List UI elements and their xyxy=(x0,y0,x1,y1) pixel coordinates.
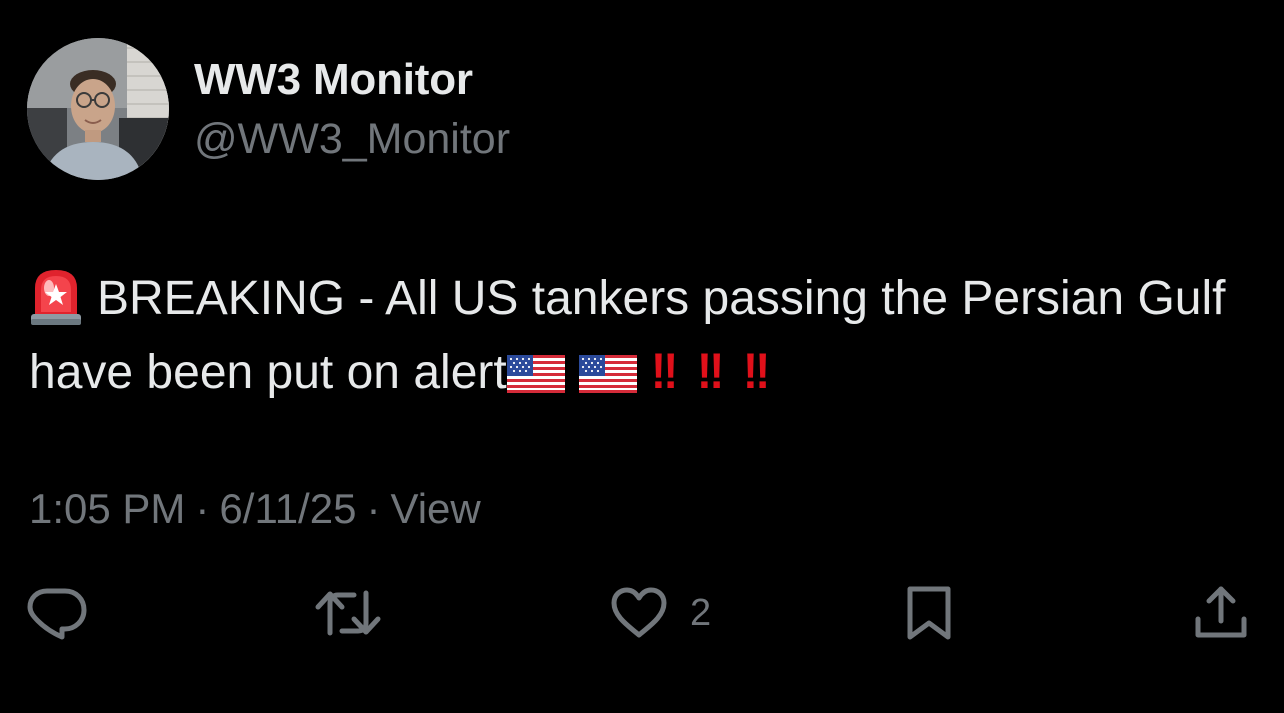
tweet-text: BREAKING - All US tankers passing the Pe… xyxy=(29,262,1259,409)
profile-photo xyxy=(27,38,169,180)
double-exclamation-icon: ‼ xyxy=(743,343,770,399)
views-link[interactable]: View xyxy=(390,485,480,532)
user-handle[interactable]: @WW3_Monitor xyxy=(194,115,510,164)
police-car-light-icon xyxy=(29,266,83,326)
display-name[interactable]: WW3 Monitor xyxy=(194,55,473,105)
tweet-meta: 1:05 PM · 6/11/25 · View xyxy=(29,485,481,533)
retweet-icon xyxy=(315,590,381,636)
avatar[interactable] xyxy=(27,38,169,180)
like-count: 2 xyxy=(690,591,712,634)
bookmark-icon xyxy=(907,586,951,640)
bookmark-button[interactable] xyxy=(905,585,953,641)
retweet-button[interactable] xyxy=(314,585,382,641)
reply-icon xyxy=(27,588,87,640)
us-flag-icon xyxy=(506,341,565,393)
us-flag-icon xyxy=(578,341,637,393)
meta-separator: · xyxy=(195,485,210,532)
heart-icon xyxy=(611,587,667,638)
meta-separator: · xyxy=(366,485,381,532)
tweet-time[interactable]: 1:05 PM xyxy=(29,485,185,532)
share-icon xyxy=(1195,586,1247,638)
share-button[interactable] xyxy=(1193,585,1249,641)
tweet-date[interactable]: 6/11/25 xyxy=(219,485,356,532)
reply-button[interactable] xyxy=(27,585,87,641)
double-exclamation-icon: ‼ xyxy=(696,343,724,399)
double-exclamation-icon: ‼ xyxy=(650,343,678,399)
like-button[interactable]: 2 xyxy=(610,585,711,641)
